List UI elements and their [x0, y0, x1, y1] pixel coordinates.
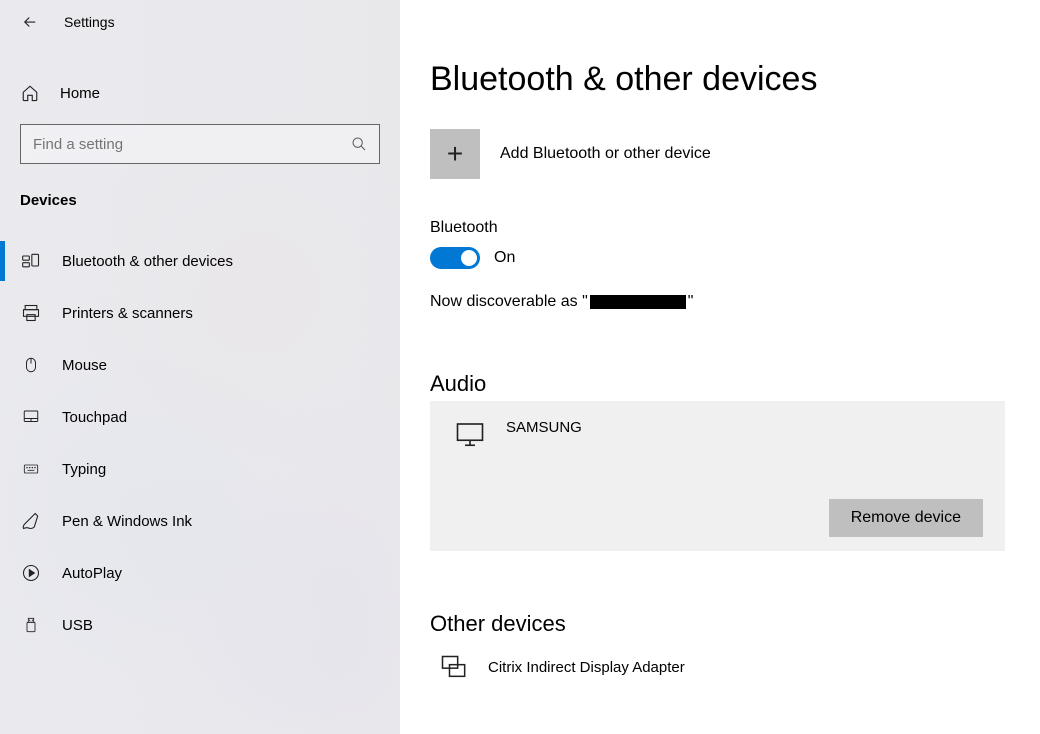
nav-label: Bluetooth & other devices: [62, 253, 233, 270]
device-actions: Remove device: [452, 499, 983, 537]
other-device-row[interactable]: Citrix Indirect Display Adapter: [430, 641, 1040, 693]
discover-suffix: ": [688, 293, 694, 311]
home-label: Home: [60, 85, 100, 102]
home-icon: [20, 84, 40, 102]
pen-icon: [20, 510, 42, 532]
back-button[interactable]: [20, 12, 40, 32]
add-device-button[interactable]: + Add Bluetooth or other device: [430, 129, 1040, 179]
search-wrap: [0, 112, 400, 176]
usb-icon: [20, 614, 42, 636]
other-device-name: Citrix Indirect Display Adapter: [488, 659, 685, 676]
nav-touchpad[interactable]: Touchpad: [0, 391, 400, 443]
keyboard-icon: [20, 458, 42, 480]
nav-typing[interactable]: Typing: [0, 443, 400, 495]
header-row: Settings: [0, 0, 400, 44]
nav-mouse[interactable]: Mouse: [0, 339, 400, 391]
nav-usb[interactable]: USB: [0, 599, 400, 651]
page-title: Bluetooth & other devices: [430, 60, 1040, 99]
mouse-icon: [20, 354, 42, 376]
nav-label: USB: [62, 617, 93, 634]
redacted-name: [590, 295, 686, 309]
discoverable-text: Now discoverable as " ": [430, 293, 1040, 311]
sidebar: Settings Home Devices Bluetooth & other …: [0, 0, 400, 734]
other-heading: Other devices: [430, 611, 1040, 637]
autoplay-icon: [20, 562, 42, 584]
search-icon: [351, 136, 367, 152]
toggle-state: On: [494, 249, 515, 267]
discover-prefix: Now discoverable as ": [430, 293, 588, 311]
search-input[interactable]: [33, 136, 334, 153]
monitor-icon: [452, 419, 488, 449]
bluetooth-devices-icon: [20, 250, 42, 272]
nav-pen[interactable]: Pen & Windows Ink: [0, 495, 400, 547]
arrow-left-icon: [21, 13, 39, 31]
nav-label: Mouse: [62, 357, 107, 374]
nav-label: AutoPlay: [62, 565, 122, 582]
main-content: Bluetooth & other devices + Add Bluetoot…: [400, 0, 1040, 734]
plus-icon: +: [430, 129, 480, 179]
audio-heading: Audio: [430, 371, 1040, 397]
search-box[interactable]: [20, 124, 380, 164]
device-name: SAMSUNG: [506, 419, 582, 436]
touchpad-icon: [20, 406, 42, 428]
nav-label: Typing: [62, 461, 106, 478]
section-heading: Devices: [0, 176, 400, 225]
nav-autoplay[interactable]: AutoPlay: [0, 547, 400, 599]
nav-label: Printers & scanners: [62, 305, 193, 322]
bluetooth-toggle-row: On: [430, 247, 1040, 269]
nav-list: Bluetooth & other devices Printers & sca…: [0, 235, 400, 651]
remove-device-button[interactable]: Remove device: [829, 499, 983, 537]
audio-device-card[interactable]: SAMSUNG Remove device: [430, 401, 1005, 551]
printer-icon: [20, 302, 42, 324]
settings-title: Settings: [64, 14, 115, 30]
display-adapter-icon: [436, 653, 470, 681]
device-top: SAMSUNG: [452, 419, 983, 449]
nav-bluetooth[interactable]: Bluetooth & other devices: [0, 235, 400, 287]
nav-printers[interactable]: Printers & scanners: [0, 287, 400, 339]
bluetooth-toggle[interactable]: [430, 247, 480, 269]
nav-label: Pen & Windows Ink: [62, 513, 192, 530]
add-label: Add Bluetooth or other device: [500, 145, 711, 163]
home-nav[interactable]: Home: [0, 74, 400, 112]
bluetooth-label: Bluetooth: [430, 219, 1040, 237]
nav-label: Touchpad: [62, 409, 127, 426]
